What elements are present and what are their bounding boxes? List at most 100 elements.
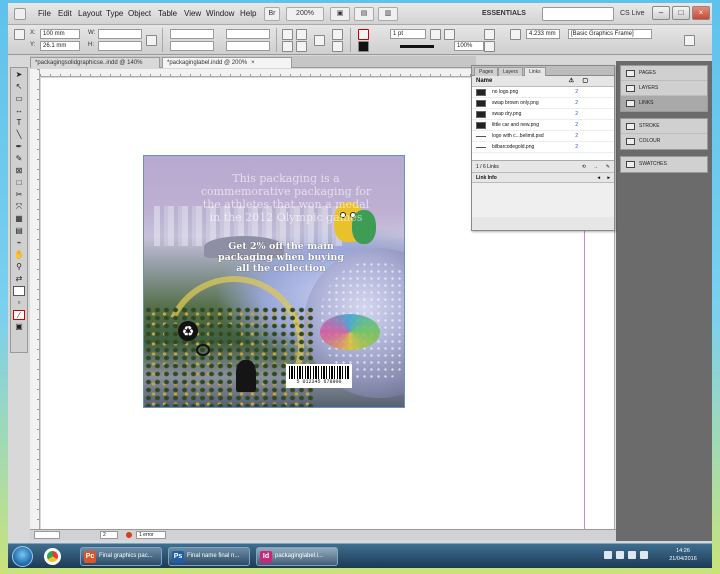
network-icon[interactable]: [628, 551, 636, 559]
screen-mode-tool-icon[interactable]: ▣: [13, 322, 25, 332]
vertical-ruler[interactable]: [30, 69, 40, 529]
doc-tab-graphics[interactable]: *packagingsolidgraphicse..indd @ 140%: [30, 57, 160, 68]
commemorative-text[interactable]: This packaging is a commemorative packag…: [196, 172, 376, 224]
quick-apply-icon[interactable]: [684, 35, 695, 46]
y-position-field[interactable]: 26.1 mm: [40, 41, 80, 51]
rectangle-frame-tool-icon[interactable]: ⊠: [13, 166, 25, 176]
object-style-select[interactable]: [Basic Graphics Frame]: [568, 29, 652, 39]
menu-window[interactable]: Window: [206, 9, 234, 18]
dock-item-pages[interactable]: PAGES: [621, 66, 707, 81]
close-button[interactable]: ×: [692, 6, 710, 20]
dock-item-colour[interactable]: COLOUR: [621, 134, 707, 149]
taskbar-button-indesign[interactable]: Id packaginglabel.i...: [256, 547, 338, 566]
tab-links[interactable]: Links: [524, 67, 546, 76]
link-row[interactable]: swap brown only.png 2: [472, 98, 614, 109]
show-hidden-icons-icon[interactable]: [604, 551, 612, 559]
flag-icon[interactable]: [616, 551, 624, 559]
gradient-tool-icon[interactable]: ▦: [13, 214, 25, 224]
select-next-icon[interactable]: [332, 41, 343, 52]
tab-layers[interactable]: Layers: [498, 67, 524, 76]
flip-horizontal-icon[interactable]: [282, 41, 293, 52]
fill-color-icon[interactable]: [13, 286, 25, 296]
height-field[interactable]: [98, 41, 142, 51]
link-page[interactable]: 2: [575, 131, 578, 141]
page-column-icon[interactable]: ▢: [582, 76, 588, 87]
tab-pages[interactable]: Pages: [474, 67, 499, 76]
menu-layout[interactable]: Layout: [78, 9, 102, 18]
offset-field[interactable]: 4.233 mm: [526, 29, 560, 39]
gap-tool-icon[interactable]: ↔: [13, 106, 25, 116]
arrange-documents-icon[interactable]: ▥: [378, 7, 398, 21]
rotate-cw-icon[interactable]: [282, 29, 293, 40]
stroke-weight-field[interactable]: 1 pt: [390, 29, 426, 39]
taskbar-button-photoshop[interactable]: Ps Final name final n...: [168, 547, 250, 566]
note-tool-icon[interactable]: ▤: [13, 226, 25, 236]
barcode[interactable]: 5 012345 678900: [286, 364, 352, 388]
shear-field[interactable]: [226, 41, 270, 51]
eyedropper-tool-icon[interactable]: ⌁: [13, 238, 25, 248]
zoom-level-select[interactable]: 200%: [286, 7, 324, 21]
menu-edit[interactable]: Edit: [58, 9, 72, 18]
scale-x-field[interactable]: [170, 29, 214, 39]
preflight-status[interactable]: 1 error: [136, 531, 166, 539]
doc-tab-label-file[interactable]: *packaginglabel.indd @ 200% ×: [162, 57, 292, 68]
next-link-icon[interactable]: ▸: [607, 173, 610, 183]
stroke-swatch-icon[interactable]: [358, 41, 369, 52]
align-icon[interactable]: [510, 29, 521, 40]
swap-fill-stroke-icon[interactable]: ⇄: [13, 274, 25, 284]
constrain-proportions-icon[interactable]: [146, 35, 157, 46]
stroke-type-preview[interactable]: [400, 45, 434, 48]
link-page[interactable]: 2: [575, 109, 578, 119]
volume-icon[interactable]: [640, 551, 648, 559]
search-input[interactable]: [542, 7, 614, 21]
links-column-header[interactable]: Name ⚠ ▢: [472, 76, 614, 87]
menu-type[interactable]: Type: [106, 9, 123, 18]
rotation-field[interactable]: [226, 29, 270, 39]
zoom-tool-icon[interactable]: ⚲: [13, 262, 25, 272]
menu-view[interactable]: View: [184, 9, 201, 18]
link-row[interactable]: swap dry.png 2: [472, 109, 614, 120]
fill-swatch-icon[interactable]: [358, 29, 369, 40]
start-button[interactable]: [12, 546, 33, 567]
bridge-icon[interactable]: Br: [264, 7, 280, 21]
menu-help[interactable]: Help: [240, 9, 256, 18]
x-position-field[interactable]: 100 mm: [40, 29, 80, 39]
scissors-tool-icon[interactable]: ✂: [13, 190, 25, 200]
width-field[interactable]: [98, 29, 142, 39]
menu-table[interactable]: Table: [158, 9, 177, 18]
rectangle-tool-icon[interactable]: □: [13, 178, 25, 188]
edit-original-icon[interactable]: ✎: [606, 161, 610, 173]
link-info-header[interactable]: Link Info ▸ ◂: [472, 173, 614, 183]
workspace-switcher[interactable]: ESSENTIALS: [482, 7, 538, 21]
offer-text[interactable]: Get 2% off the main packaging when buyin…: [216, 241, 346, 274]
reference-point-icon[interactable]: [14, 29, 25, 40]
taskbar-button-publisher[interactable]: Pc Final graphics pac...: [80, 547, 162, 566]
menu-object[interactable]: Object: [128, 9, 151, 18]
page-tool-icon[interactable]: ▭: [13, 94, 25, 104]
maximize-button[interactable]: □: [672, 6, 690, 20]
dock-item-stroke[interactable]: STROKE: [621, 119, 707, 134]
preflight-error-icon[interactable]: [126, 532, 132, 538]
rotate-ccw-icon[interactable]: [296, 29, 307, 40]
minimize-button[interactable]: –: [652, 6, 670, 20]
select-previous-icon[interactable]: [332, 29, 343, 40]
link-row[interactable]: logo with c...belimit.psd 2: [472, 131, 614, 142]
link-page[interactable]: 2: [575, 98, 578, 108]
relink-icon[interactable]: ⟲: [582, 161, 586, 173]
link-page[interactable]: 2: [575, 142, 578, 152]
wrap-none-icon[interactable]: [484, 29, 495, 40]
taskbar-clock[interactable]: 14:26 21/04/2016: [658, 547, 708, 563]
free-transform-tool-icon[interactable]: ⤧: [13, 202, 25, 212]
packaging-artwork[interactable]: This packaging is a commemorative packag…: [143, 155, 405, 408]
link-row[interactable]: little car and new.png 2: [472, 120, 614, 131]
cs-live-button[interactable]: CS Live: [620, 7, 645, 21]
link-page[interactable]: 2: [575, 120, 578, 130]
direct-selection-tool-icon[interactable]: ↖: [13, 82, 25, 92]
apply-none-icon[interactable]: ⁄: [13, 310, 25, 320]
hand-tool-icon[interactable]: ✋: [13, 250, 25, 260]
link-row[interactable]: no logo.png 2: [472, 87, 614, 98]
zoom-status-field[interactable]: [34, 531, 60, 539]
pencil-tool-icon[interactable]: ✎: [13, 154, 25, 164]
type-tool-icon[interactable]: T: [13, 118, 25, 128]
selection-tool-icon[interactable]: ➤: [13, 70, 25, 80]
